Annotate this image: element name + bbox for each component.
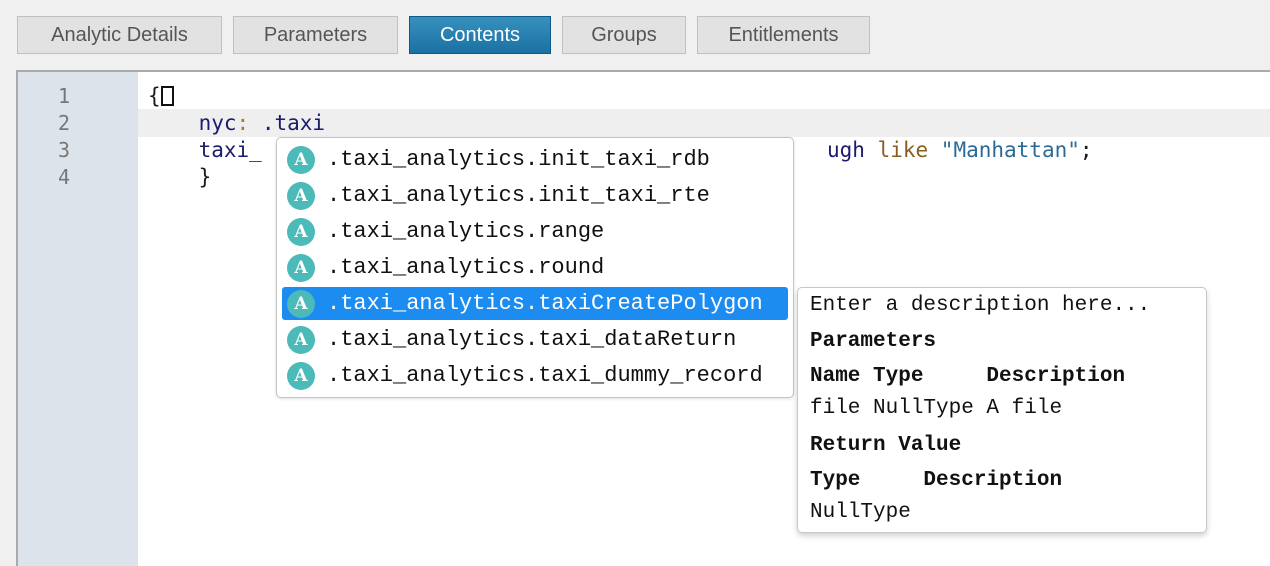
doc-return-header: Type Description: [810, 469, 1063, 492]
line-number: 4: [57, 165, 70, 189]
autocomplete-item[interactable]: A .taxi_analytics.round: [282, 251, 788, 284]
autocomplete-item[interactable]: A .taxi_analytics.range: [282, 215, 788, 248]
autocomplete-item-label: .taxi_analytics.round: [327, 255, 605, 280]
autocomplete-item-label: .taxi_analytics.taxi_dummy_record: [327, 363, 763, 388]
documentation-tooltip: Enter a description here... Parameters N…: [797, 287, 1207, 533]
doc-return-row: NullType: [810, 501, 911, 524]
tab-groups[interactable]: Groups: [562, 16, 686, 54]
autocomplete-popup: A .taxi_analytics.init_taxi_rdb A .taxi_an…: [276, 137, 794, 398]
code-semicolon: ;: [1079, 138, 1093, 162]
bracket-placeholder-icon: [160, 86, 174, 106]
doc-params-header: Name Type Description: [810, 365, 1126, 388]
code-value: .taxi: [249, 111, 326, 135]
tab-parameters[interactable]: Parameters: [233, 16, 398, 54]
autocomplete-item[interactable]: A .taxi_analytics.taxi_dataReturn: [282, 323, 788, 356]
open-brace: {: [148, 84, 161, 108]
tab-analytic-details[interactable]: Analytic Details: [17, 16, 222, 54]
line-number: 3: [57, 138, 70, 162]
analytic-icon: A: [287, 325, 315, 354]
tab-contents[interactable]: Contents: [409, 16, 551, 54]
autocomplete-item-label: .taxi_analytics.taxiCreatePolygon: [327, 291, 763, 316]
autocomplete-item-label: .taxi_analytics.init_taxi_rte: [327, 183, 710, 208]
code-line-1[interactable]: {: [138, 82, 1270, 110]
tab-entitlements[interactable]: Entitlements: [697, 16, 870, 54]
autocomplete-item[interactable]: A .taxi_analytics.init_taxi_rdb: [282, 143, 788, 176]
autocomplete-item-label: .taxi_analytics.init_taxi_rdb: [327, 147, 710, 172]
code-colon: :: [236, 111, 250, 135]
analytic-icon: A: [287, 253, 315, 282]
analytic-icon: A: [287, 181, 315, 210]
doc-params-row: file NullType A file: [810, 397, 1063, 420]
code-string: "Manhattan": [940, 138, 1080, 162]
autocomplete-item-selected[interactable]: A .taxi_analytics.taxiCreatePolygon: [282, 287, 788, 320]
doc-return-heading: Return Value: [810, 434, 962, 457]
analytic-icon: A: [287, 217, 315, 246]
line-number: 1: [57, 84, 70, 108]
doc-parameters-heading: Parameters: [810, 330, 937, 353]
code-line-3-tail: ugh like "Manhattan";: [827, 136, 1093, 164]
code-keyword: like: [864, 138, 941, 162]
code-key: nyc: [198, 111, 237, 135]
autocomplete-item-label: .taxi_analytics.range: [327, 219, 605, 244]
tab-bar: Analytic Details Parameters Contents Gro…: [17, 16, 881, 54]
autocomplete-item[interactable]: A .taxi_analytics.init_taxi_rte: [282, 179, 788, 212]
line-number-gutter: 1 2 3 4: [18, 72, 138, 566]
doc-description: Enter a description here...: [810, 294, 1151, 317]
autocomplete-item-label: .taxi_analytics.taxi_dataReturn: [327, 327, 737, 352]
code-line-2[interactable]: nyc: .taxi: [138, 109, 1270, 137]
code-identifier: taxi_: [198, 138, 262, 162]
autocomplete-item[interactable]: A .taxi_analytics.taxi_dummy_record: [282, 359, 788, 392]
analytic-icon: A: [287, 145, 315, 174]
line-number: 2: [57, 111, 70, 135]
close-brace: }: [198, 165, 212, 189]
analytic-icon: A: [287, 361, 315, 390]
code-identifier-tail: ugh: [827, 138, 865, 162]
analytic-icon: A: [287, 289, 315, 318]
